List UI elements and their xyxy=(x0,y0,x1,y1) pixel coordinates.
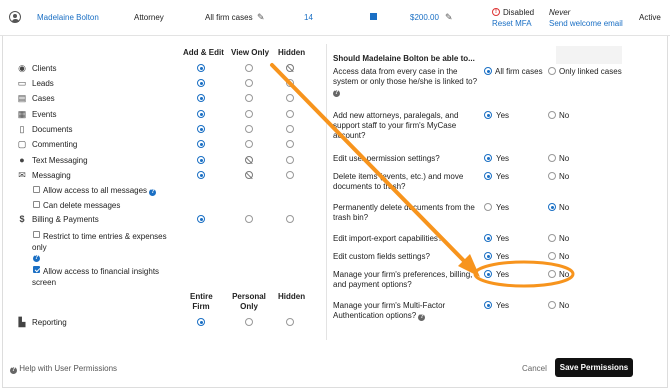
annotation-arrow-line xyxy=(270,63,470,267)
annotation-overlay xyxy=(270,63,575,288)
annotation-highlight-ellipse xyxy=(473,260,575,288)
